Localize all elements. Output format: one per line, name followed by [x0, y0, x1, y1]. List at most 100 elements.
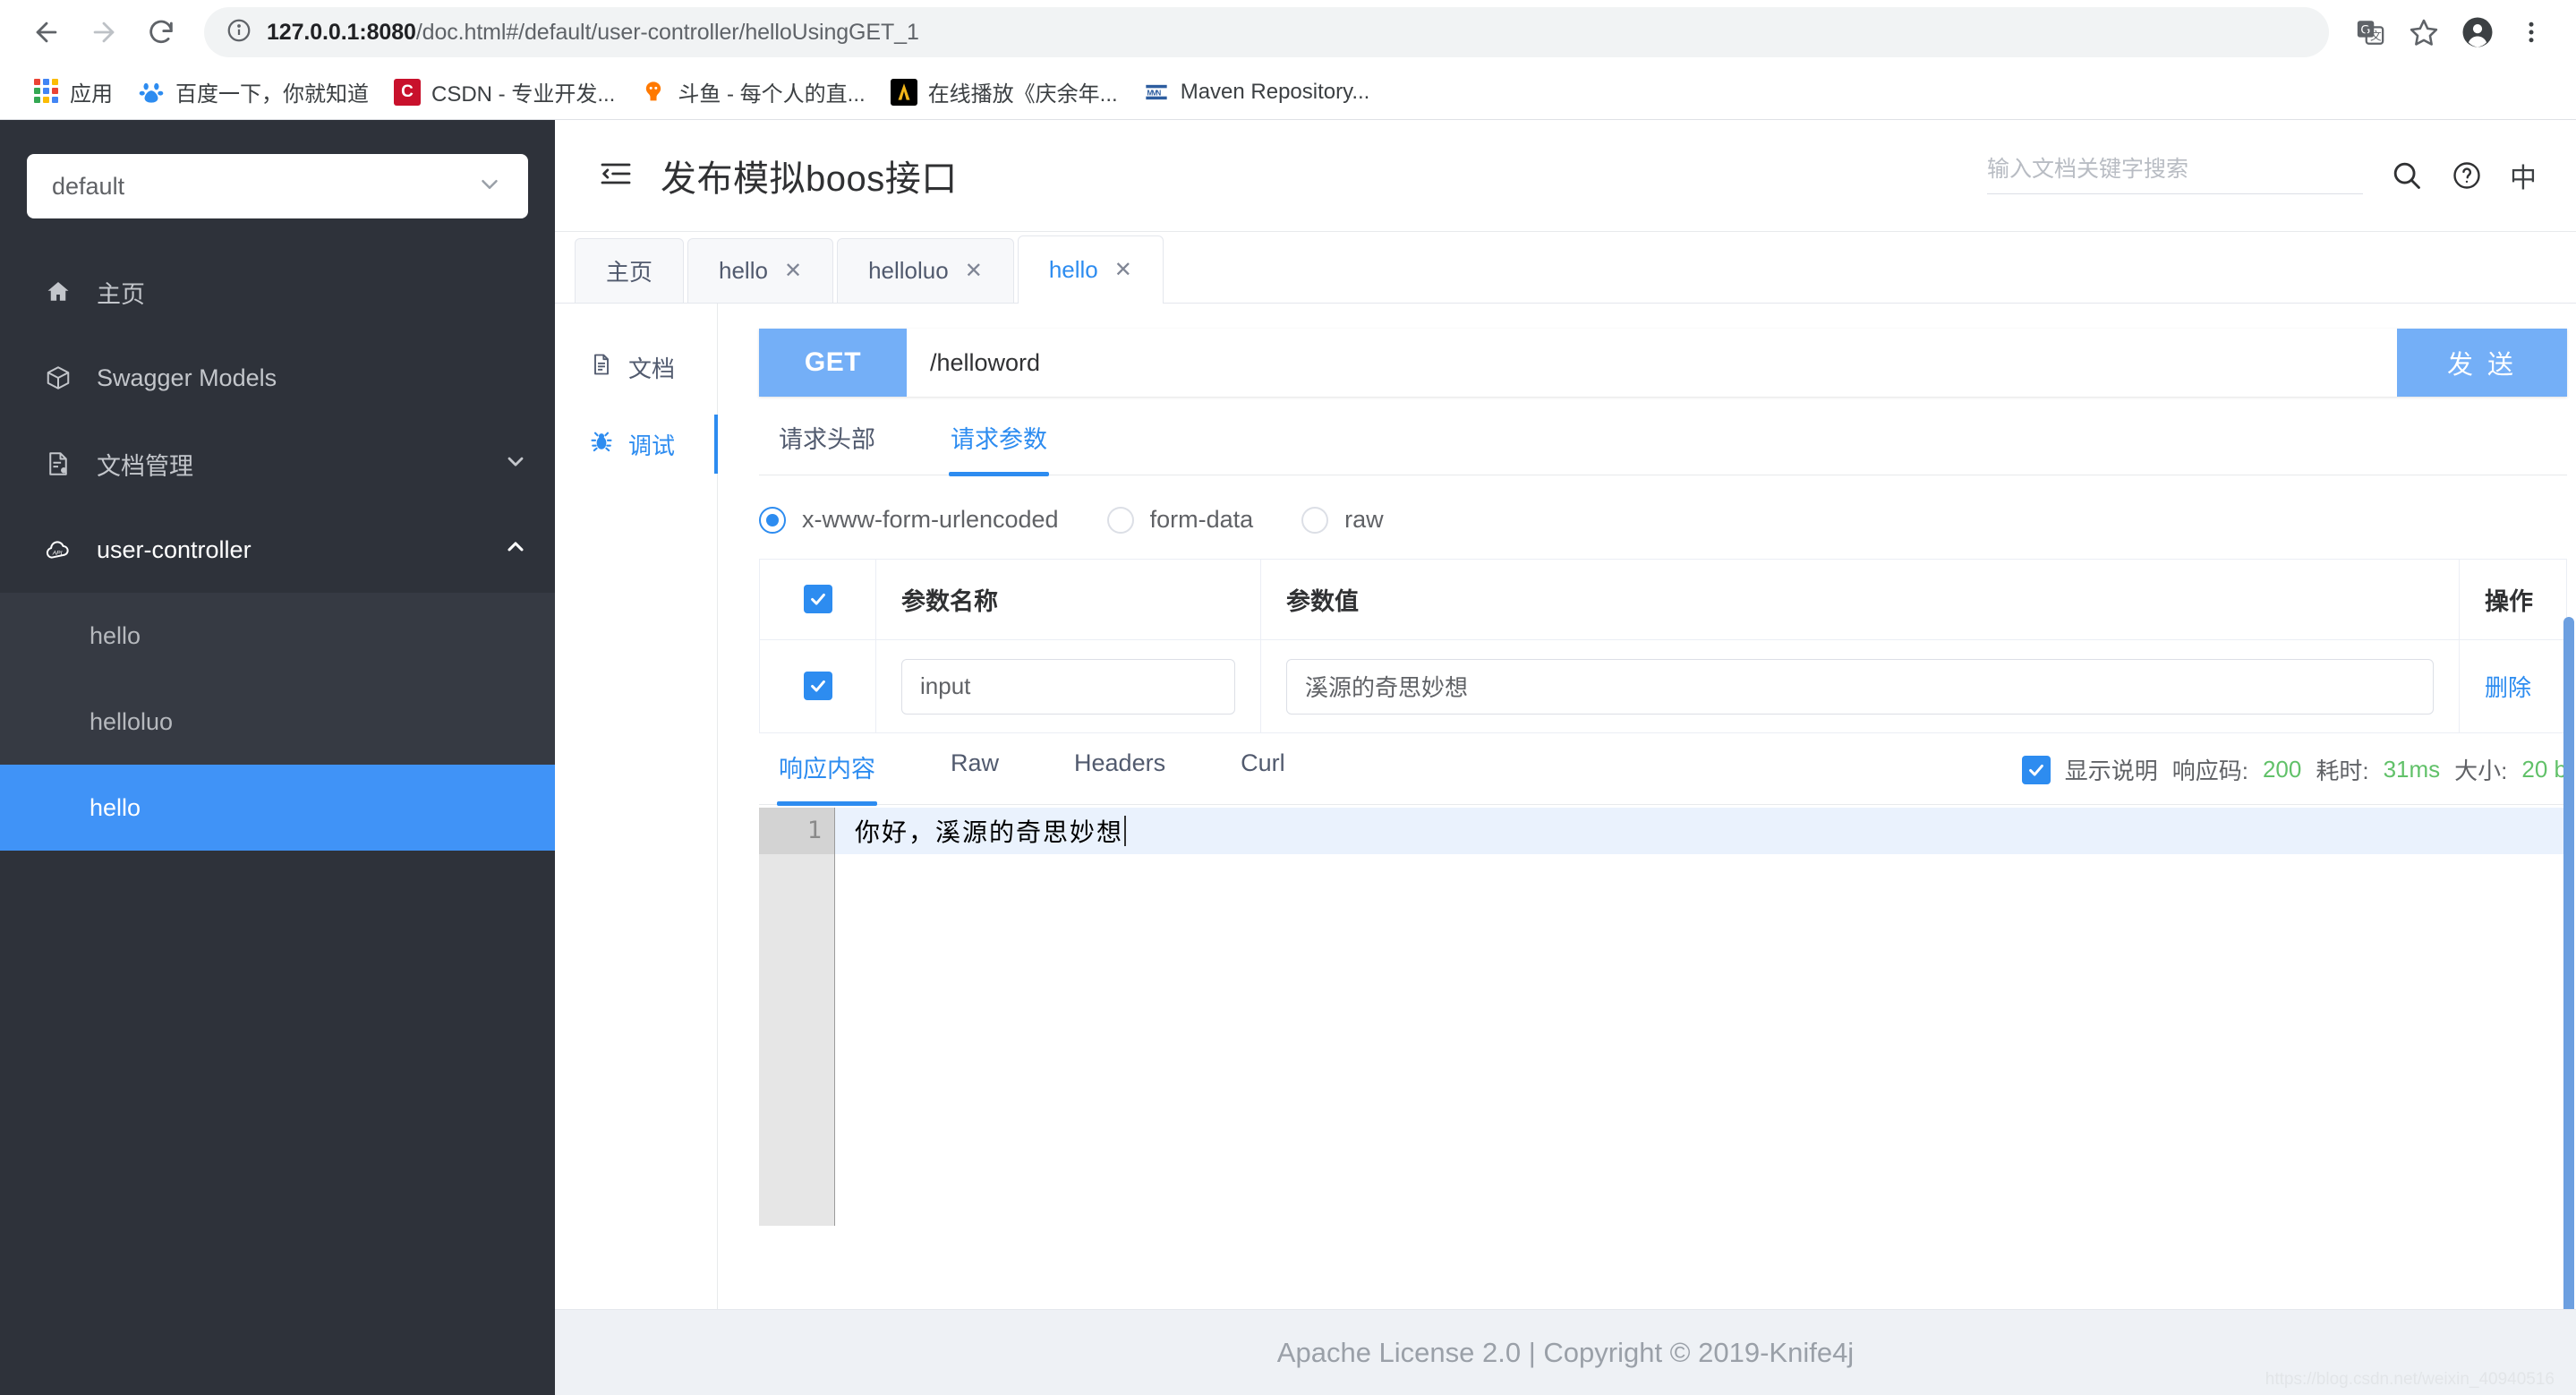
radio-mark-icon	[1106, 506, 1134, 534]
search-input[interactable]	[1987, 157, 2363, 183]
browser-toolbar: 127.0.0.1:8080/doc.html#/default/user-co…	[0, 0, 2576, 64]
tab-label: Raw	[951, 749, 1000, 776]
bookmarks-bar: 应用 百度一下，你就知道 C CSDN - 专业开发... 斗鱼 - 每个人的直…	[0, 64, 2576, 120]
bookmark-star-icon[interactable]	[2401, 9, 2447, 56]
show-description-checkbox[interactable]	[2021, 755, 2051, 784]
project-select[interactable]: default	[27, 154, 528, 218]
bookmark-maven[interactable]: MVN Maven Repository...	[1130, 72, 1383, 113]
radio-mark-icon	[1301, 506, 1329, 534]
response-body-text: 你好，溪源的奇思妙想	[855, 818, 1124, 846]
tab-response-content[interactable]: 响应内容	[759, 749, 913, 806]
cell-param-value	[1260, 639, 2460, 733]
app-header: 发布模拟boos接口 中	[555, 120, 2576, 232]
delete-row-button[interactable]: 删除	[2485, 674, 2531, 701]
browser-chrome: 127.0.0.1:8080/doc.html#/default/user-co…	[0, 0, 2576, 120]
doc-tab-hello-2[interactable]: hello ✕	[1017, 235, 1164, 304]
sidebar-item-user-controller[interactable]: API user-controller	[0, 507, 555, 593]
tab-response-curl[interactable]: Curl	[1203, 749, 1323, 804]
translate-icon[interactable]: G文	[2347, 9, 2393, 56]
sidebar-subitem-hello-2[interactable]: hello	[0, 765, 555, 851]
chevron-down-icon[interactable]	[503, 449, 528, 480]
request-bar: GET 发 送	[759, 329, 2567, 397]
radio-x-www-form-urlencoded[interactable]: x-www-form-urlencoded	[759, 506, 1059, 534]
bookmark-qingyunian[interactable]: 在线播放《庆余年...	[878, 69, 1130, 115]
text-caret	[1124, 816, 1127, 846]
table-body: 删除	[759, 639, 2567, 733]
table-head: 参数名称 参数值 操作	[759, 559, 2567, 640]
sidebar-item-swagger-models[interactable]: Swagger Models	[0, 335, 555, 421]
radio-label: x-www-form-urlencoded	[802, 506, 1059, 533]
address-bar[interactable]: 127.0.0.1:8080/doc.html#/default/user-co…	[204, 7, 2329, 57]
response-header: 响应内容 Raw Headers Curl 显示说明 响应码: 200 耗时: …	[759, 749, 2567, 806]
vtab-label: 调试	[628, 432, 676, 459]
close-icon[interactable]: ✕	[965, 258, 983, 284]
tab-request-headers[interactable]: 请求头部	[759, 420, 913, 475]
radio-label: raw	[1344, 506, 1384, 533]
reload-button[interactable]	[136, 7, 186, 57]
language-toggle[interactable]: 中	[2510, 156, 2537, 195]
close-icon[interactable]: ✕	[1114, 257, 1132, 283]
chevron-up-icon[interactable]	[503, 535, 528, 566]
doc-tab-label: hello	[719, 257, 768, 284]
bookmark-csdn[interactable]: C CSDN - 专业开发...	[381, 69, 627, 115]
sidebar: default 主页 Swagger Models 文档管理 API user-…	[0, 120, 555, 1395]
sidebar-subitem-helloluo[interactable]: helloluo	[0, 679, 555, 765]
sidebar-item-doc-management[interactable]: 文档管理	[0, 421, 555, 507]
param-value-input[interactable]	[1286, 658, 2434, 715]
svg-text:MVN: MVN	[1147, 89, 1161, 97]
doc-tab-home[interactable]: 主页	[575, 238, 685, 303]
doc-search-field[interactable]	[1987, 157, 2363, 194]
tab-response-raw[interactable]: Raw	[913, 749, 1036, 804]
doc-tab-helloluo[interactable]: helloluo ✕	[837, 238, 1014, 303]
cell-param-name	[875, 639, 1261, 733]
more-menu-icon[interactable]	[2508, 9, 2555, 56]
forward-button[interactable]	[79, 7, 129, 57]
close-icon[interactable]: ✕	[784, 258, 802, 284]
app-footer: Apache License 2.0 | Copyright © 2019-Kn…	[555, 1309, 2576, 1395]
row-checkbox[interactable]	[803, 671, 832, 700]
question-circle-icon[interactable]	[2451, 159, 2483, 192]
editor-gutter: 1	[759, 808, 835, 1226]
response-meta: 显示说明 响应码: 200 耗时: 31ms 大小: 20 b	[2021, 753, 2567, 804]
doc-gear-icon	[43, 450, 73, 477]
back-button[interactable]	[21, 7, 72, 57]
csdn-icon: C	[394, 78, 421, 106]
search-icon[interactable]	[2390, 158, 2424, 193]
table-header-row: 参数名称 参数值 操作	[759, 559, 2567, 640]
sidebar-item-home[interactable]: 主页	[0, 249, 555, 335]
menu-collapse-icon[interactable]	[598, 156, 634, 196]
profile-icon[interactable]	[2454, 9, 2501, 56]
bookmark-apps[interactable]: 应用	[20, 69, 125, 115]
editor-code-area[interactable]: 你好，溪源的奇思妙想	[835, 808, 2567, 1226]
sidebar-subitem-label: hello	[90, 621, 141, 649]
tab-response-headers[interactable]: Headers	[1036, 749, 1203, 804]
cell-action: 删除	[2459, 639, 2567, 733]
vtab-debug[interactable]: 调试	[555, 406, 718, 483]
api-cloud-icon: API	[43, 535, 73, 564]
sidebar-subitem-hello-1[interactable]: hello	[0, 593, 555, 679]
chevron-down-icon	[476, 171, 503, 202]
site-info-icon[interactable]	[226, 17, 252, 48]
select-all-checkbox[interactable]	[803, 584, 832, 613]
header-param-name: 参数名称	[875, 559, 1261, 640]
sidebar-item-label: Swagger Models	[97, 364, 277, 391]
vtab-document[interactable]: 文档	[555, 329, 717, 406]
request-url-input[interactable]	[907, 329, 2397, 397]
tab-request-params[interactable]: 请求参数	[913, 420, 1085, 476]
radio-form-data[interactable]: form-data	[1106, 506, 1253, 534]
header-param-value: 参数值	[1260, 559, 2460, 640]
svg-text:文: 文	[2370, 30, 2382, 43]
param-name-input[interactable]	[901, 658, 1235, 715]
send-button[interactable]: 发 送	[2397, 329, 2567, 397]
radio-raw[interactable]: raw	[1301, 506, 1384, 534]
bookmark-douyu[interactable]: 斗鱼 - 每个人的直...	[627, 69, 877, 115]
doc-tab-hello-1[interactable]: hello ✕	[687, 238, 834, 303]
response-body-editor[interactable]: 1 你好，溪源的奇思妙想	[759, 805, 2567, 1226]
http-method-badge[interactable]: GET	[759, 329, 907, 397]
bookmark-label: 斗鱼 - 每个人的直...	[678, 82, 866, 107]
elapsed-value: 31ms	[2383, 756, 2441, 783]
request-params-table: 参数名称 参数值 操作 input 溪源的奇思妙想 删除	[759, 559, 2567, 733]
sidebar-item-label: 主页	[97, 280, 145, 308]
main-scrollbar-thumb[interactable]	[2563, 617, 2574, 1395]
bookmark-baidu[interactable]: 百度一下，你就知道	[125, 69, 381, 115]
